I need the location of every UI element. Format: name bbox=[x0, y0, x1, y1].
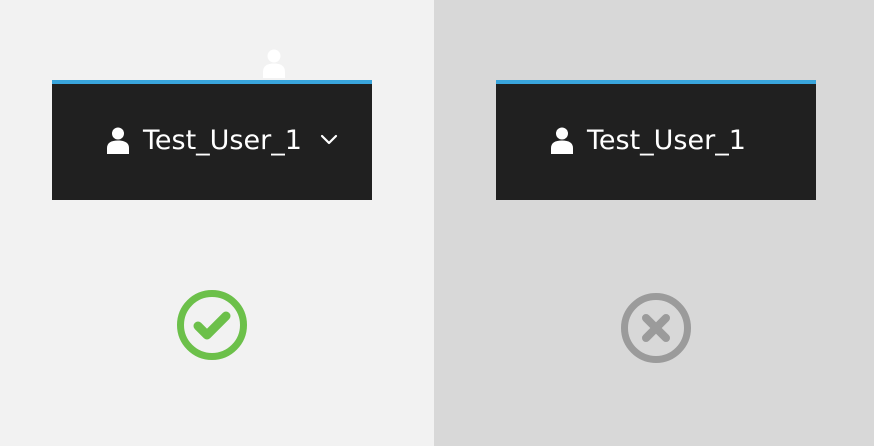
user-icon bbox=[263, 49, 285, 78]
masthead-user-bar: Test_User_1 bbox=[496, 80, 816, 200]
user-menu-label: Test_User_1 bbox=[551, 124, 746, 156]
check-circle-icon bbox=[177, 290, 247, 360]
username-label: Test_User_1 bbox=[143, 124, 302, 156]
x-circle-icon bbox=[621, 293, 691, 363]
username-label: Test_User_1 bbox=[587, 124, 746, 156]
comparison-stage: Test_User_1 Test_User_1 bbox=[0, 0, 874, 446]
user-menu-toggle[interactable]: Test_User_1 bbox=[107, 124, 338, 156]
correct-example-panel: Test_User_1 bbox=[0, 0, 434, 446]
incorrect-example-panel: Test_User_1 bbox=[434, 0, 874, 446]
user-icon bbox=[107, 127, 129, 154]
user-icon bbox=[551, 127, 573, 154]
chevron-down-icon[interactable] bbox=[320, 134, 338, 146]
masthead-user-bar: Test_User_1 bbox=[52, 80, 372, 200]
